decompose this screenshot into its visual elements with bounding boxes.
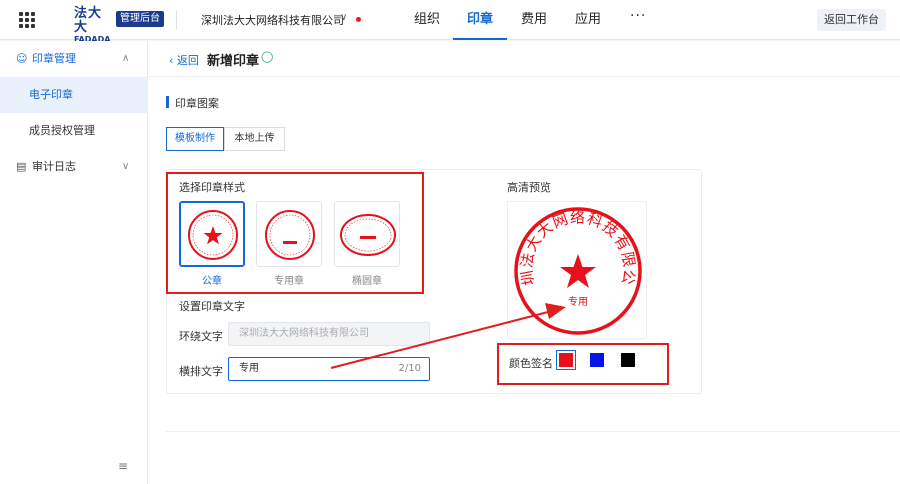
sidebar-item-member-auth[interactable]: 成员授权管理 xyxy=(0,113,148,149)
admin-badge: 管理后台 xyxy=(116,11,164,27)
divider xyxy=(166,431,900,432)
nav-tab-org[interactable]: 组织 xyxy=(412,0,442,40)
sidebar-group-label: 审计日志 xyxy=(32,160,76,173)
char-counter: 2/10 xyxy=(398,363,421,374)
section-marker xyxy=(166,96,169,108)
nav-tab-seal[interactable]: 印章 xyxy=(453,0,507,40)
tab-template[interactable]: 模板制作 xyxy=(166,127,224,151)
shield-icon: ◯ xyxy=(261,50,274,63)
sidebar: ☺ 印章管理 ∧ 电子印章 成员授权管理 ▤ 审计日志 ∨ ≡ xyxy=(0,41,148,484)
apps-grid-icon[interactable] xyxy=(19,12,35,28)
tab-local-upload[interactable]: 本地上传 xyxy=(224,127,285,151)
logo: 法大大 FADADA xyxy=(74,7,114,45)
logo-text: 法大大 xyxy=(74,6,103,35)
nav-tab-apps[interactable]: 应用 xyxy=(573,0,603,40)
collapse-icon[interactable]: ≡ xyxy=(118,459,128,473)
chevron-up-icon: ∧ xyxy=(122,53,130,64)
section-title: 印章图案 xyxy=(175,97,219,110)
chevron-down-icon[interactable]: ∨ xyxy=(340,12,347,23)
back-to-workspace-button[interactable]: 返回工作台 xyxy=(817,9,886,31)
text-heading: 设置印章文字 xyxy=(179,300,245,313)
star-icon xyxy=(560,254,596,288)
log-icon: ▤ xyxy=(16,160,27,173)
more-icon[interactable]: ··· xyxy=(630,8,646,24)
sidebar-group-audit-log[interactable]: ▤ 审计日志 ∨ xyxy=(0,149,148,185)
notification-dot xyxy=(356,17,361,22)
nav-tab-fees[interactable]: 费用 xyxy=(518,0,550,40)
sidebar-group-label: 印章管理 xyxy=(32,52,76,65)
page-title: 新增印章 xyxy=(207,54,260,69)
user-icon: ☺ xyxy=(16,52,28,65)
back-link[interactable]: ‹ 返回 xyxy=(169,52,199,68)
seal-preview: 深圳法大大网络科技有限公司 专用 xyxy=(500,188,647,339)
company-switcher[interactable]: 深圳法大大网络科技有限公司 xyxy=(201,12,344,28)
top-bar: 法大大 FADADA 管理后台 深圳法大大网络科技有限公司 ∨ 组织 印章 费用… xyxy=(0,0,900,44)
annotation-box xyxy=(166,172,424,294)
ring-text-field[interactable]: 深圳法大大网络科技有限公司 xyxy=(228,322,430,346)
seal-preview-image: 深圳法大大网络科技有限公司 专用 xyxy=(500,188,642,335)
sidebar-item-electronic-seal[interactable]: 电子印章 xyxy=(0,77,148,113)
ring-text-label: 环绕文字 xyxy=(179,330,223,343)
annotation-box xyxy=(497,343,669,385)
horizontal-text-field[interactable]: 专用 2/10 xyxy=(228,357,430,381)
horizontal-text-label: 横排文字 xyxy=(179,365,223,378)
sidebar-group-seal-management[interactable]: ☺ 印章管理 ∧ xyxy=(0,41,148,77)
preview-heading: 高清预览 xyxy=(507,181,551,194)
preview-center-text: 专用 xyxy=(568,295,588,308)
chevron-down-icon: ∨ xyxy=(122,161,130,172)
horizontal-text-value: 专用 xyxy=(239,363,259,374)
header-divider xyxy=(176,11,177,29)
divider xyxy=(148,76,900,77)
back-label: 返回 xyxy=(176,54,199,67)
